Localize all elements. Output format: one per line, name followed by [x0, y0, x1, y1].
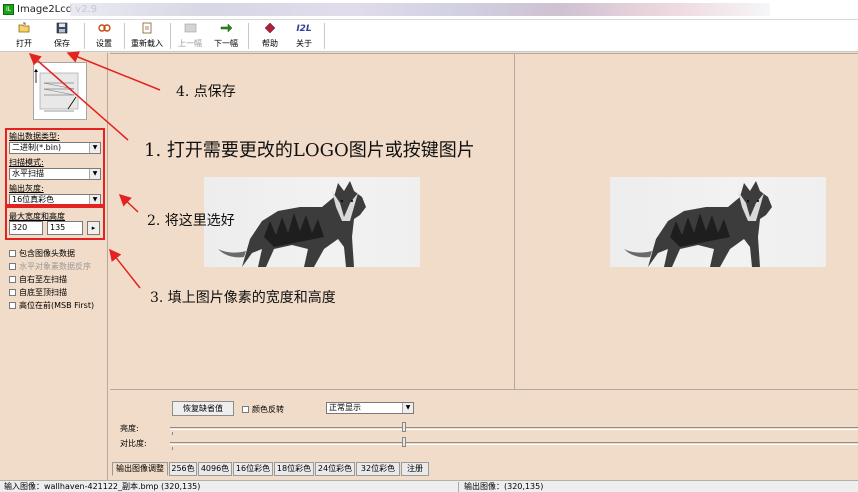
include-header-checkbox[interactable]: 包含图像头数据 [9, 248, 75, 259]
tab-32bit-color[interactable]: 32位彩色 [356, 462, 400, 476]
tab-4096-color[interactable]: 4096色 [198, 462, 232, 476]
bottom-to-top-checkbox[interactable]: 自底至顶扫描 [9, 287, 67, 298]
color-depth-tabs: 输出图像调整 256色 4096色 16位彩色 18位彩色 24位彩色 32位彩… [110, 462, 858, 476]
tab-16bit-color[interactable]: 16位彩色 [233, 462, 273, 476]
msb-first-label: 高位在前(MSB First) [19, 301, 95, 310]
right-to-left-label: 自右至左扫描 [19, 275, 67, 284]
brightness-label: 亮度: [120, 424, 139, 433]
display-mode-select[interactable]: 正常显示 ▼ [326, 402, 414, 414]
highlight-box-size [5, 206, 105, 240]
help-icon [256, 22, 284, 37]
checkbox-box [9, 302, 16, 309]
display-mode-value: 正常显示 [329, 403, 361, 412]
toolbar-separator [248, 23, 249, 49]
next-image-button-label: 下一幅 [214, 39, 238, 48]
checkbox-box [9, 263, 16, 270]
status-separator [458, 482, 459, 492]
brightness-slider-thumb[interactable] [402, 422, 406, 432]
reload-button-label: 重新载入 [131, 39, 163, 48]
slider-tick [172, 432, 173, 435]
checkbox-box [9, 276, 16, 283]
checkbox-box [9, 289, 16, 296]
status-bar: 输入图像：wallhaven-421122_副本.bmp (320,135) 输… [0, 480, 858, 492]
title-bar: IL Image2Lcd v2.9 [0, 0, 858, 20]
reload-doc-icon [130, 22, 164, 37]
tab-24bit-color[interactable]: 24位彩色 [315, 462, 355, 476]
annotation-step-2: 2. 将这里选好 [147, 213, 235, 229]
save-button[interactable]: 保存 [48, 22, 76, 50]
toolbar-separator [170, 23, 171, 49]
invert-color-label: 颜色反转 [252, 405, 284, 414]
bottom-to-top-label: 自底至顶扫描 [19, 288, 67, 297]
checkbox-box [9, 250, 16, 257]
open-folder-icon [10, 22, 38, 37]
about-button-label: 关于 [296, 39, 312, 48]
brightness-slider-track[interactable] [170, 427, 858, 430]
settings-button[interactable]: 设置 [90, 22, 118, 50]
help-button-label: 帮助 [262, 39, 278, 48]
settings-panel: 输出数据类型: 二进制(*.bin) ▼ 扫描模式: 水平扫描 ▼ 输出灰度: … [0, 53, 108, 480]
toolbar: 打开 保存 设置 重新载入 上一幅 下一幅 帮助 I2L 关于 [0, 20, 858, 52]
preview-divider [514, 54, 515, 391]
save-disk-icon [48, 22, 76, 37]
contrast-slider-track[interactable] [170, 442, 858, 445]
include-header-label: 包含图像头数据 [19, 249, 75, 258]
settings-button-label: 设置 [96, 39, 112, 48]
contrast-slider-thumb[interactable] [402, 437, 406, 447]
title-bar-blurred-region [70, 3, 770, 16]
help-button[interactable]: 帮助 [256, 22, 284, 50]
adjust-panel: 恢复缺省值 颜色反转 正常显示 ▼ 亮度: 对比度: 输出图像调整 256色 4… [110, 390, 858, 480]
invert-color-checkbox[interactable]: 颜色反转 [242, 404, 284, 415]
slider-tick [172, 447, 173, 450]
next-image-button[interactable]: 下一幅 [212, 22, 240, 50]
reverse-pixel-checkbox[interactable]: 水平对象素数据反序 [9, 261, 91, 272]
open-button-label: 打开 [16, 39, 32, 48]
reload-button[interactable]: 重新载入 [130, 22, 164, 50]
app-icon: IL [3, 4, 14, 15]
tab-18bit-color[interactable]: 18位彩色 [274, 462, 314, 476]
annotation-step-4: 4. 点保存 [176, 84, 236, 100]
toolbar-separator [124, 23, 125, 49]
prev-image-button-label: 上一幅 [178, 39, 202, 48]
tab-output-adjust[interactable]: 输出图像调整 [112, 462, 168, 476]
about-button[interactable]: I2L 关于 [290, 22, 318, 50]
tab-256-color[interactable]: 256色 [169, 462, 197, 476]
annotation-step-1: 1. 打开需要更改的LOGO图片或按键图片 [144, 140, 475, 161]
toolbar-separator [84, 23, 85, 49]
toolbar-separator [324, 23, 325, 49]
tab-register[interactable]: 注册 [401, 462, 429, 476]
input-image [204, 177, 420, 267]
prev-image-button[interactable]: 上一幅 [176, 22, 204, 50]
contrast-label: 对比度: [120, 439, 147, 448]
annotation-step-3: 3. 填上图片像素的宽度和高度 [150, 290, 336, 306]
next-arrow-icon [212, 22, 240, 37]
prev-image-icon [176, 22, 204, 37]
right-to-left-checkbox[interactable]: 自右至左扫描 [9, 274, 67, 285]
chevron-down-icon: ▼ [402, 403, 413, 413]
save-button-label: 保存 [54, 39, 70, 48]
checkbox-box [242, 406, 249, 413]
scan-direction-preview [33, 62, 87, 120]
about-icon: I2L [296, 24, 312, 34]
settings-icon [90, 22, 118, 37]
msb-first-checkbox[interactable]: 高位在前(MSB First) [9, 300, 94, 311]
reset-defaults-button[interactable]: 恢复缺省值 [172, 401, 234, 416]
reverse-pixel-label: 水平对象素数据反序 [19, 262, 91, 271]
output-image [610, 177, 826, 267]
input-image-status: 输入图像：wallhaven-421122_副本.bmp (320,135) [4, 482, 201, 491]
open-button[interactable]: 打开 [10, 22, 38, 50]
highlight-box-format [5, 128, 105, 206]
output-image-status: 输出图像：(320,135) [464, 482, 544, 491]
